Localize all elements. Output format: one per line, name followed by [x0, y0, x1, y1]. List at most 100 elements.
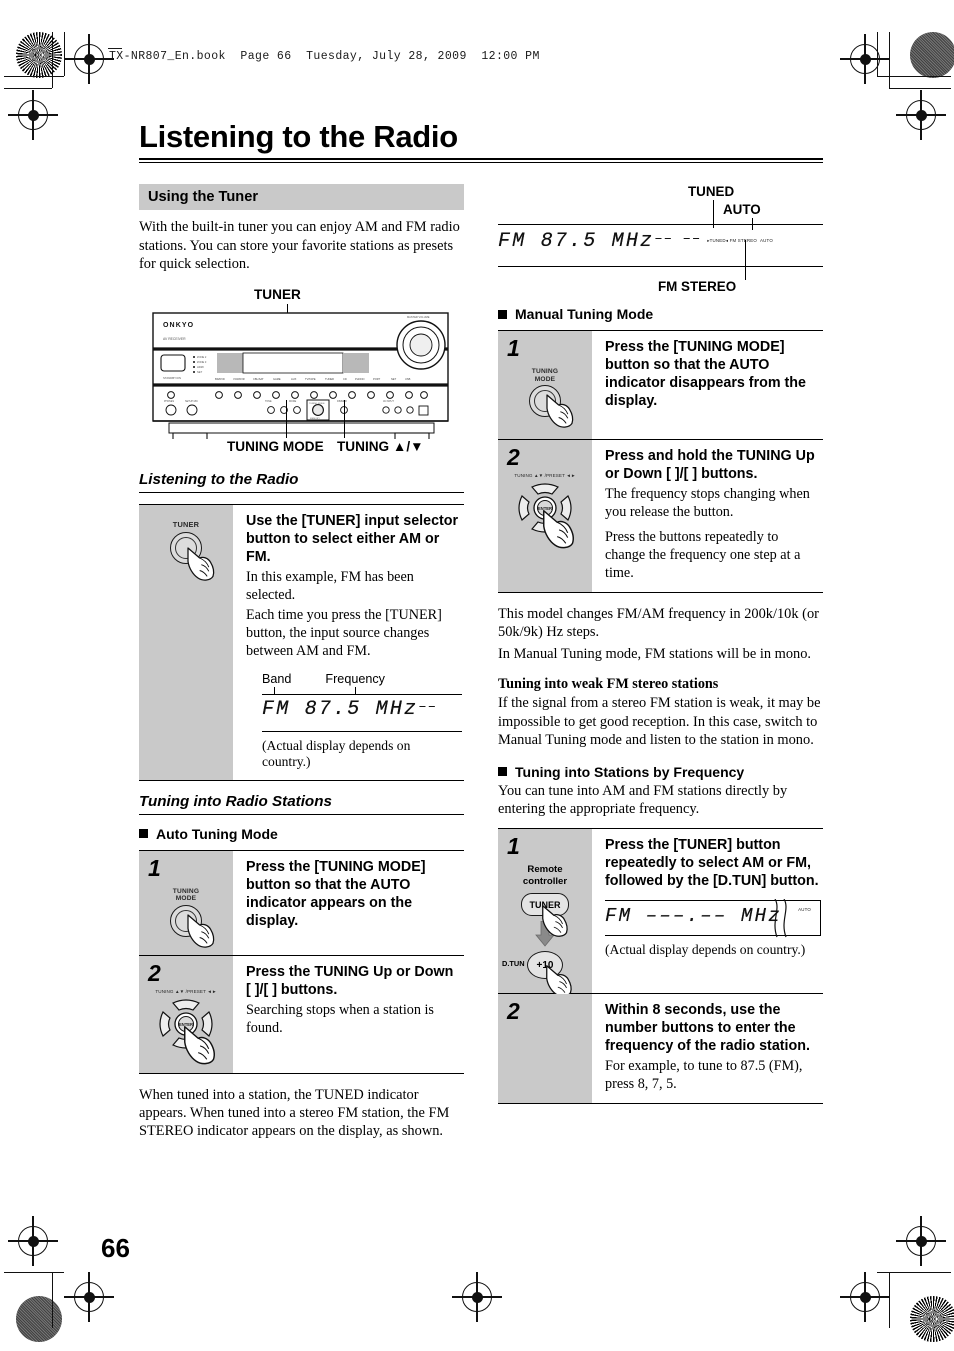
step-content-cell: Within 8 seconds, use the number buttons…	[592, 994, 823, 1103]
step-content-cell: Press the [TUNING MODE] button so that t…	[233, 851, 464, 955]
step-title: Press the TUNING Up or Down [ ]/[ ] butt…	[246, 963, 454, 998]
svg-text:AV INPUT: AV INPUT	[383, 400, 394, 403]
print-density-patch-top-right	[910, 32, 954, 78]
heading-tuning-by-frequency: Tuning into Stations by Frequency	[498, 764, 823, 780]
svg-text:MASTER VOLUME: MASTER VOLUME	[407, 315, 430, 319]
step-title: Press the [TUNER] button repeatedly to s…	[605, 837, 819, 890]
step-illustration-cell: 1 Remote controller TUNER +10 D.TUN	[498, 829, 592, 998]
svg-text:DIMMER: DIMMER	[337, 400, 347, 403]
label-frequency: Frequency	[325, 671, 385, 686]
break-squiggle-icon	[774, 899, 787, 938]
dpad-caption: TUNING ▲▼ /PRESET ◄►	[514, 473, 576, 479]
lcd-dashes: –– ––	[654, 231, 702, 248]
lcd-field-labels: Band Frequency	[262, 672, 462, 686]
step-number: 1	[507, 833, 520, 860]
tick	[274, 686, 276, 694]
print-star-target-top-left	[16, 32, 62, 78]
pointing-hand-icon	[542, 390, 582, 430]
section-heading-using-the-tuner: Using the Tuner	[139, 184, 464, 211]
svg-text:USB: USB	[405, 377, 411, 381]
page-title: Listening to the Radio	[139, 119, 458, 154]
lcd-indicator-tuned-fmstereo: ▸TUNED◂ FM STEREO	[707, 238, 758, 244]
step-title: Press and hold the TUNING Up or Down [ ]…	[605, 448, 815, 483]
square-bullet-icon	[498, 767, 507, 776]
heading-label: Auto Tuning Mode	[156, 825, 278, 842]
step-table-manual-tuning: 1 TUNING MODE Press the [TUNING MODE] bu…	[498, 330, 823, 593]
callout-auto: AUTO	[723, 202, 761, 218]
pointing-hand-icon	[183, 543, 223, 583]
registration-target-bottom-left-upper	[8, 1216, 58, 1266]
svg-text:MEMORY: MEMORY	[310, 418, 320, 420]
step-table-by-frequency: 1 Remote controller TUNER +10 D.TUN Pres…	[498, 828, 823, 1105]
tuning-mode-button-illustration: TUNING MODE	[498, 368, 592, 428]
tuning-mode-button-caption: TUNING MODE	[531, 368, 559, 383]
step-number: 2	[507, 998, 520, 1025]
crop-mark	[52, 32, 54, 88]
svg-text:TUNING MODE: TUNING MODE	[309, 403, 325, 405]
crop-mark	[877, 32, 879, 76]
step-row: TUNER Use the [TUNER] input selector but…	[139, 505, 464, 780]
registration-target-bottom-right	[840, 1272, 890, 1322]
svg-text:NET: NET	[391, 377, 397, 381]
registration-target-top-right	[840, 34, 890, 84]
svg-text:VCR/DVR: VCR/DVR	[233, 377, 245, 381]
svg-text:PHONO: PHONO	[355, 377, 365, 381]
step-content-cell: Press the [TUNER] button repeatedly to s…	[592, 829, 823, 993]
crop-mark	[877, 1272, 951, 1274]
crop-mark	[4, 1272, 64, 1274]
step-row: 2 TUNING ▲▼ /PRESET ◄► ENTER	[139, 955, 464, 1073]
directional-pad-illustration: ENTER	[514, 479, 576, 549]
step-row: 2 Within 8 seconds, use the number butto…	[498, 994, 823, 1104]
left-column: Using the Tuner With the built-in tuner …	[139, 184, 464, 1150]
registration-dot	[28, 1236, 39, 1247]
lcd-frequency-blank-text: FM –––.–– MHz	[605, 905, 782, 928]
registration-dot	[28, 110, 39, 121]
subsection-heading-listening-to-the-radio: Listening to the Radio	[139, 471, 299, 489]
receiver-diagram: TUNER ONKYO AV RECEIVER STANDBY/ON ZONE …	[139, 287, 464, 459]
callout-tuner: TUNER	[254, 287, 301, 303]
step-table-auto-tuning: 1 TUNING MODE Press the [TUNING MODE] bu…	[139, 849, 464, 1074]
lcd-frequency-text: FM 87.5 MHz	[262, 697, 419, 721]
svg-text:HDMI: HDMI	[197, 365, 204, 369]
registration-target-top-right-lower	[896, 90, 946, 140]
pointing-hand-icon	[183, 910, 223, 950]
step-content-cell: Use the [TUNER] input selector button to…	[233, 505, 464, 779]
step-table-tuner: TUNER Use the [TUNER] input selector but…	[139, 504, 464, 781]
tuning-mode-button-caption: TUNING MODE	[172, 887, 200, 903]
svg-text:GAME: GAME	[273, 377, 281, 381]
closing-paragraph: When tuned into a station, the TUNED ind…	[139, 1086, 450, 1140]
title-divider	[139, 158, 823, 164]
step-row: 1 TUNING MODE Press the [TUNING MODE] bu…	[139, 850, 464, 956]
svg-text:TONE: TONE	[265, 400, 272, 403]
lcd-screen: FM –––.–– MHz AUTO	[605, 899, 821, 938]
registration-target-top-left	[64, 34, 114, 84]
step-illustration-cell: 1 TUNING MODE	[139, 850, 233, 955]
crop-mark	[4, 76, 64, 78]
callout-tuning-mode: TUNING MODE	[227, 439, 324, 455]
rule	[139, 813, 464, 815]
svg-text:ZONE 2: ZONE 2	[197, 355, 207, 359]
display-indicators-diagram: TUNED AUTO FM 87.5 MHz–– –– ▸TUNED◂ FM ST…	[498, 184, 823, 294]
svg-text:SETUP MIC: SETUP MIC	[185, 400, 198, 403]
remote-dtun-label: D.TUN	[502, 959, 525, 969]
lcd-screen: FM 87.5 MHz–– –– ▸TUNED◂ FM STEREO AUTO	[498, 224, 823, 268]
callout-tuning-up-down: TUNING ▲/▼	[337, 439, 424, 455]
callout-leader-tuning-mode	[286, 400, 288, 439]
heading-manual-tuning-mode: Manual Tuning Mode	[498, 306, 823, 322]
registration-target-bottom-right-upper	[896, 1216, 946, 1266]
step-number: 1	[148, 854, 161, 881]
callout-leader-fm-stereo	[745, 240, 747, 281]
paragraph-frequency-steps: This model changes FM/AM frequency in 20…	[498, 605, 819, 640]
svg-text:AV RECEIVER: AV RECEIVER	[163, 337, 186, 341]
heading-auto-tuning-mode: Auto Tuning Mode	[139, 826, 464, 842]
remote-controller-caption: Remote controller	[522, 864, 568, 887]
registration-dot	[916, 110, 927, 121]
svg-text:MODE: MODE	[289, 400, 297, 403]
directional-pad-illustration: ENTER	[155, 995, 217, 1064]
svg-text:PORT: PORT	[373, 377, 381, 381]
svg-text:TUNER: TUNER	[325, 377, 334, 381]
crop-mark	[64, 32, 66, 76]
step-number: 2	[148, 959, 161, 986]
dpad-caption: TUNING ▲▼ /PRESET ◄►	[155, 988, 217, 994]
step-row: 1 TUNING MODE Press the [TUNING MODE] bu…	[498, 331, 823, 441]
